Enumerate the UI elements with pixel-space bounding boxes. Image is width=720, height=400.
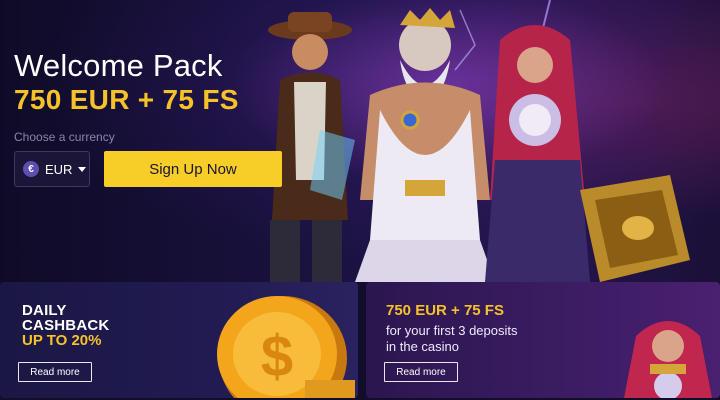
currency-label: Choose a currency	[14, 130, 115, 144]
euro-icon: €	[23, 161, 39, 177]
signup-button[interactable]: Sign Up Now	[104, 151, 282, 187]
welcome-title: Welcome Pack	[14, 48, 223, 83]
deposit-read-more-button[interactable]: Read more	[384, 362, 458, 382]
sorceress-character	[485, 25, 590, 282]
gold-coin-icon: $	[217, 296, 355, 398]
chevron-down-icon	[78, 166, 87, 172]
sorceress-portrait-icon	[624, 321, 712, 398]
cashback-read-more-button[interactable]: Read more	[18, 362, 92, 382]
hero-banner: Welcome Pack 750 EUR + 75 FS Choose a cu…	[0, 0, 720, 282]
book-of-dead-icon	[580, 175, 690, 282]
svg-text:$: $	[261, 324, 293, 389]
deposit-promo-card[interactable]: 750 EUR + 75 FS for your first 3 deposit…	[366, 282, 720, 398]
currency-select[interactable]: € EUR	[14, 151, 90, 187]
deposit-offer-desc-line1: for your first 3 deposits	[386, 323, 518, 338]
welcome-offer: 750 EUR + 75 FS	[14, 84, 239, 115]
hero-characters-illustration	[268, 0, 690, 282]
deposit-offer-desc-line2: in the casino	[386, 339, 459, 354]
cashback-promo-card[interactable]: DAILY CASHBACK UP TO 20% Read more $	[0, 282, 358, 398]
deposit-offer-title: 750 EUR + 75 FS	[386, 302, 504, 319]
currency-value: EUR	[45, 161, 73, 177]
cashback-percentage: UP TO 20%	[22, 332, 102, 349]
